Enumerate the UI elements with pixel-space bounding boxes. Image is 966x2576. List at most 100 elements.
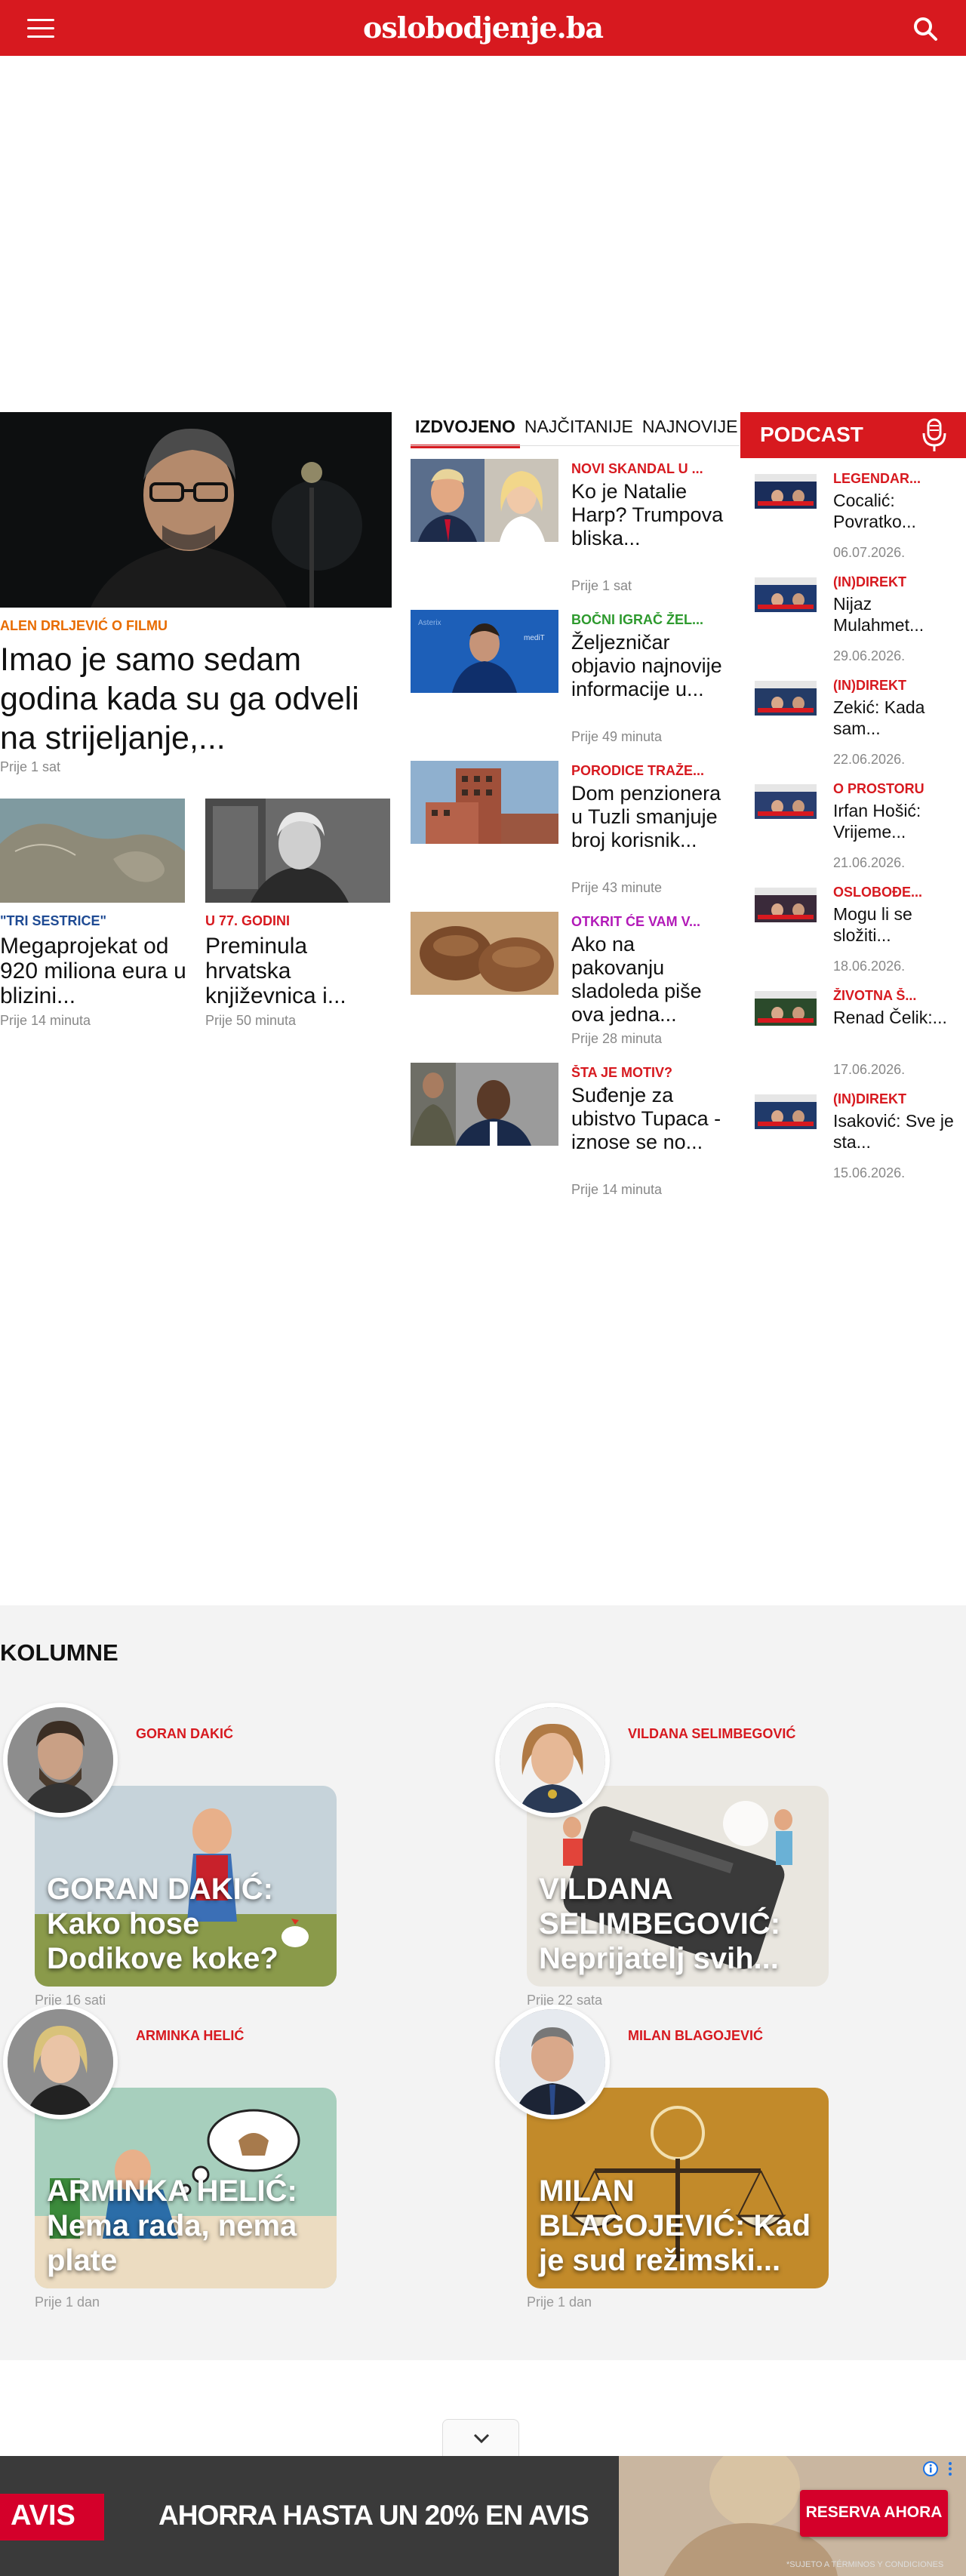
- ad-brand-logo: AVIS: [0, 2494, 104, 2541]
- svg-text:mediT: mediT: [524, 634, 545, 642]
- column-card-title[interactable]: MILAN BLAGOJEVIĆ: Kad je sud režimski...: [539, 2174, 818, 2278]
- microphone-icon: [922, 418, 946, 451]
- ad-fine-print: *SUJETO A TÉRMINOS Y CONDICIONES: [786, 2560, 944, 2569]
- featured-article-time: Prije 14 minuta: [571, 1182, 663, 1197]
- featured-article-kicker[interactable]: OTKRIT ĆE VAM V...: [571, 914, 722, 930]
- column-author[interactable]: ARMINKA HELIĆ: [136, 2028, 244, 2044]
- podcast-kicker[interactable]: (IN)DIREKT: [833, 574, 961, 590]
- podcast-kicker[interactable]: ŽIVOTNA Š...: [833, 988, 961, 1004]
- column-card-title[interactable]: VILDANA SELIMBEGOVIĆ: Neprijatelj svih..…: [539, 1872, 818, 1976]
- podcast-kicker[interactable]: O PROSTORU: [833, 781, 961, 797]
- podcast-kicker[interactable]: OSLOBOĐE...: [833, 885, 961, 900]
- podcast-date: 29.06.2026.: [833, 648, 906, 663]
- column-author[interactable]: GORAN DAKIĆ: [136, 1726, 233, 1742]
- podcast-date: 21.06.2026.: [833, 855, 906, 870]
- featured-article-time: Prije 28 minuta: [571, 1031, 663, 1046]
- podcast-kicker[interactable]: (IN)DIREKT: [833, 1091, 961, 1107]
- ad-close-icon[interactable]: [942, 2461, 958, 2477]
- featured-article-kicker[interactable]: BOČNI IGRAČ ŽEL...: [571, 612, 722, 628]
- search-icon[interactable]: [912, 15, 939, 42]
- featured-article-image[interactable]: [411, 459, 558, 542]
- featured-article-time: Prije 49 minuta: [571, 729, 663, 744]
- column-card[interactable]: MILAN BLAGOJEVIĆ: Kad je sud režimski...: [527, 2088, 829, 2288]
- column-card-title[interactable]: GORAN DAKIĆ: Kako hose Dodikove koke?: [47, 1872, 326, 1976]
- column-card[interactable]: VILDANA SELIMBEGOVIĆ: Neprijatelj svih..…: [527, 1786, 829, 1987]
- featured-article-image[interactable]: [411, 1063, 558, 1146]
- featured-article-kicker[interactable]: ŠTA JE MOTIV?: [571, 1065, 722, 1081]
- podcast-date: 17.06.2026.: [833, 1062, 906, 1077]
- ad-headline: AHORRA HASTA UN 20% EN AVIS: [158, 2500, 589, 2531]
- ad-collapse-button[interactable]: [442, 2419, 519, 2457]
- podcast-date: 06.07.2026.: [833, 545, 906, 560]
- small-article-image[interactable]: [205, 799, 390, 903]
- podcast-date: 22.06.2026.: [833, 752, 906, 767]
- featured-article-title[interactable]: Željezničar objavio najnovije informacij…: [571, 631, 730, 701]
- kolumne-heading: KOLUMNE: [0, 1639, 118, 1666]
- podcast-date: 15.06.2026.: [833, 1165, 906, 1180]
- tab-najnovije[interactable]: NAJNOVIJE: [638, 412, 740, 445]
- podcast-kicker[interactable]: LEGENDAR...: [833, 471, 961, 487]
- column-time: Prije 1 dan: [35, 2294, 100, 2310]
- small-article-title[interactable]: Megaprojekat od 920 miliona eura u blizi…: [0, 934, 189, 1008]
- podcast-thumbnail[interactable]: [755, 1094, 817, 1129]
- column-card-title[interactable]: ARMINKA HELIĆ: Nema rada, nema plate: [47, 2174, 326, 2278]
- chevron-down-icon: [473, 2433, 490, 2444]
- podcast-thumbnail[interactable]: [755, 991, 817, 1026]
- site-logo[interactable]: oslobodjenje.ba: [0, 11, 966, 45]
- featured-article-image[interactable]: [411, 761, 558, 844]
- column-author[interactable]: MILAN BLAGOJEVIĆ: [628, 2028, 763, 2044]
- podcast-title[interactable]: Nijaz Mulahmet...: [833, 593, 961, 636]
- podcast-title[interactable]: Renad Čelik:...: [833, 1007, 961, 1028]
- tabs-divider: [411, 445, 740, 446]
- podcast-title[interactable]: Irfan Hošić: Vrijeme...: [833, 800, 961, 842]
- avatar: [495, 2005, 610, 2119]
- featured-article-image[interactable]: Asterix mediT: [411, 610, 558, 693]
- column-author[interactable]: VILDANA SELIMBEGOVIĆ: [628, 1726, 795, 1742]
- small-article-image[interactable]: [0, 799, 185, 903]
- podcast-date: 18.06.2026.: [833, 959, 906, 974]
- ad-info-icon[interactable]: [922, 2461, 939, 2477]
- column-time: Prije 1 dan: [527, 2294, 592, 2310]
- featured-article-title[interactable]: Dom penzionera u Tuzli smanjuje broj kor…: [571, 782, 730, 852]
- featured-article-time: Prije 1 sat: [571, 578, 632, 593]
- podcast-thumbnail[interactable]: [755, 577, 817, 612]
- column-card[interactable]: ARMINKA HELIĆ: Nema rada, nema plate: [35, 2088, 337, 2288]
- featured-article-title[interactable]: Ako na pakovanju sladoleda piše ova jedn…: [571, 933, 730, 1026]
- podcast-title[interactable]: Isaković: Sve je sta...: [833, 1110, 961, 1153]
- avatar: [495, 1703, 610, 1817]
- featured-article-image[interactable]: [411, 912, 558, 995]
- featured-article-kicker[interactable]: PORODICE TRAŽE...: [571, 763, 722, 779]
- column-card[interactable]: GORAN DAKIĆ: Kako hose Dodikove koke?: [35, 1786, 337, 1987]
- featured-article-kicker[interactable]: NOVI SKANDAL U ...: [571, 461, 722, 477]
- podcast-title[interactable]: Cocalić: Povratko...: [833, 490, 961, 532]
- news-tabs: IZDVOJENO NAJČITANIJE NAJNOVIJE: [411, 412, 740, 448]
- podcast-title[interactable]: Mogu li se složiti...: [833, 903, 961, 946]
- avatar: [3, 2005, 118, 2119]
- small-article-kicker[interactable]: U 77. GODINI: [205, 913, 290, 929]
- lead-article-kicker[interactable]: ALEN DRLJEVIĆ O FILMU: [0, 618, 168, 634]
- lead-article-title[interactable]: Imao je samo sedam godina kada su ga odv…: [0, 640, 392, 758]
- small-article-title[interactable]: Preminula hrvatska književnica i...: [205, 934, 394, 1008]
- lead-article-time: Prije 1 sat: [0, 759, 61, 774]
- podcast-title[interactable]: Zekić: Kada sam...: [833, 697, 961, 739]
- featured-article-title[interactable]: Suđenje za ubistvo Tupaca - iznose se no…: [571, 1084, 730, 1154]
- small-article-time: Prije 14 minuta: [0, 1013, 91, 1028]
- podcast-kicker[interactable]: (IN)DIREKT: [833, 678, 961, 694]
- small-article-kicker[interactable]: "TRI SESTRICE": [0, 913, 106, 929]
- ad-cta-button[interactable]: RESERVA AHORA: [800, 2490, 948, 2537]
- avatar: [3, 1703, 118, 1817]
- tab-izdvojeno[interactable]: IZDVOJENO: [411, 412, 520, 448]
- site-header: oslobodjenje.ba: [0, 0, 966, 56]
- lead-article-image[interactable]: [0, 412, 392, 608]
- small-article-time: Prije 50 minuta: [205, 1013, 297, 1028]
- podcast-thumbnail[interactable]: [755, 888, 817, 922]
- tab-najcitanije[interactable]: NAJČITANIJE: [520, 412, 638, 445]
- podcast-thumbnail[interactable]: [755, 474, 817, 509]
- svg-text:Asterix: Asterix: [418, 619, 441, 627]
- top-ad-placeholder: [0, 56, 966, 412]
- featured-article-title[interactable]: Ko je Natalie Harp? Trumpova bliska...: [571, 480, 730, 550]
- bottom-ad-banner[interactable]: AVIS AHORRA HASTA UN 20% EN AVIS RESERVA…: [0, 2456, 966, 2576]
- podcast-thumbnail[interactable]: [755, 784, 817, 819]
- podcast-thumbnail[interactable]: [755, 681, 817, 716]
- featured-article-time: Prije 43 minute: [571, 880, 663, 895]
